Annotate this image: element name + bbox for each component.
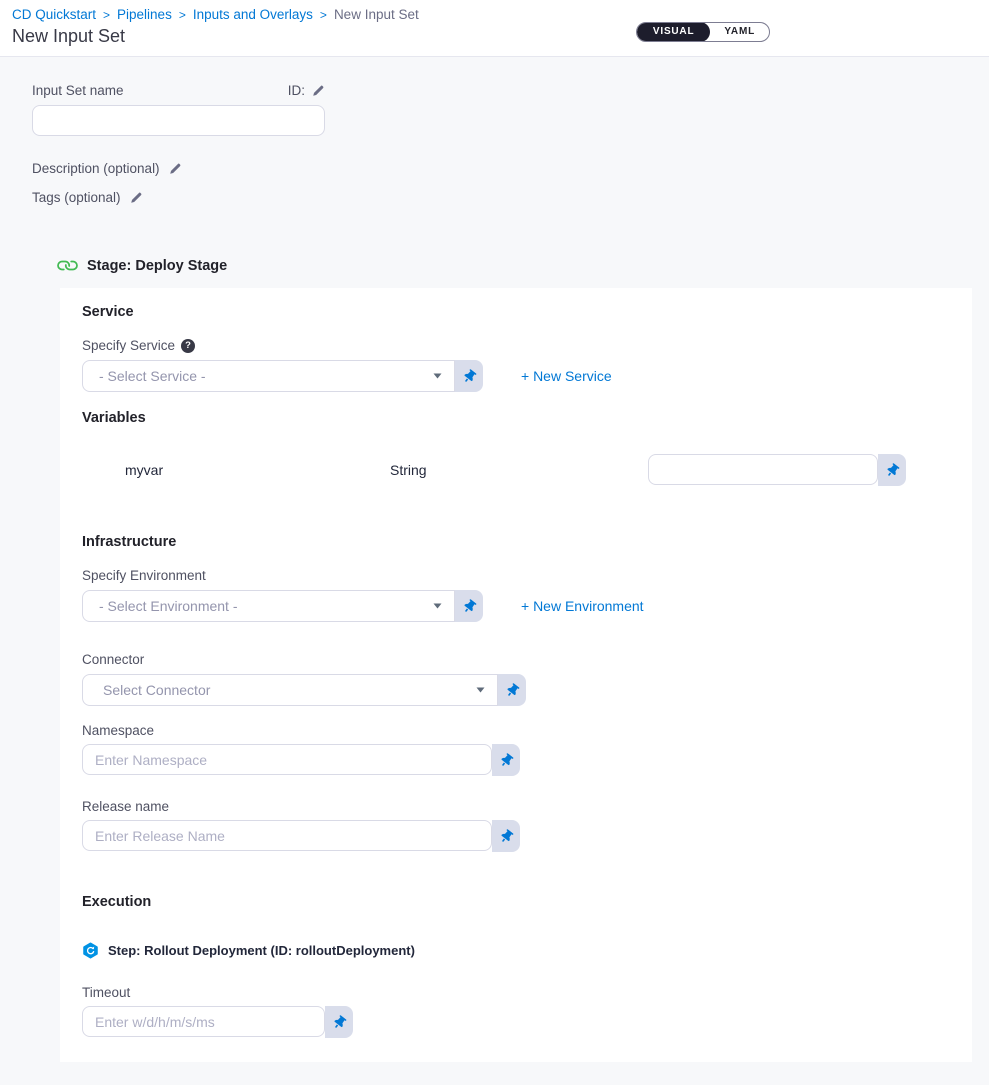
variable-value-field[interactable] (648, 454, 878, 485)
id-label: ID: (288, 83, 305, 98)
tab-visual[interactable]: VISUAL (637, 22, 710, 42)
description-label: Description (optional) (32, 161, 160, 176)
service-pin-button[interactable] (455, 360, 483, 392)
pin-icon (497, 827, 515, 845)
step-title: Step: Rollout Deployment (ID: rolloutDep… (108, 943, 415, 958)
breadcrumb-separator: > (103, 8, 110, 22)
step-header: Step: Rollout Deployment (ID: rolloutDep… (82, 942, 950, 959)
tags-label: Tags (optional) (32, 190, 121, 205)
input-set-name-block: Input Set name ID: (32, 83, 989, 136)
connector-select[interactable]: Select Connector (82, 674, 498, 706)
breadcrumb-separator: > (320, 8, 327, 22)
environment-select[interactable]: - Select Environment - (82, 590, 455, 622)
input-set-name-label: Input Set name (32, 83, 124, 98)
tab-yaml[interactable]: YAML (710, 22, 769, 42)
breadcrumb-current: New Input Set (334, 7, 419, 22)
stage-link-icon (54, 252, 81, 279)
page-title: New Input Set (12, 26, 973, 47)
pin-icon (330, 1013, 348, 1031)
edit-description-button[interactable] (169, 162, 182, 175)
service-select[interactable]: - Select Service - (82, 360, 455, 392)
edit-id-button[interactable] (312, 84, 325, 97)
pin-icon (503, 681, 521, 699)
service-select-placeholder: - Select Service - (99, 368, 433, 384)
stage-inputs-card: Service Specify Service ? - Select Servi… (60, 288, 972, 1062)
breadcrumb-pipelines[interactable]: Pipelines (117, 7, 172, 22)
timeout-pin-button[interactable] (325, 1006, 353, 1038)
new-environment-link[interactable]: + New Environment (521, 598, 644, 614)
description-row: Description (optional) (32, 161, 989, 176)
namespace-pin-button[interactable] (492, 744, 520, 776)
chevron-down-icon (433, 373, 442, 379)
specify-service-label-row: Specify Service ? (82, 338, 950, 353)
specify-service-label: Specify Service (82, 338, 175, 353)
environment-select-placeholder: - Select Environment - (99, 598, 433, 614)
variable-row: myvar String (82, 454, 950, 486)
breadcrumb-separator: > (179, 8, 186, 22)
namespace-field[interactable] (82, 744, 492, 775)
timeout-label: Timeout (82, 985, 950, 1000)
breadcrumb-inputs-and-overlays[interactable]: Inputs and Overlays (193, 7, 313, 22)
chevron-down-icon (433, 603, 442, 609)
help-icon[interactable]: ? (181, 339, 195, 353)
variable-type: String (390, 462, 648, 478)
pin-icon (497, 751, 515, 769)
new-service-link[interactable]: + New Service (521, 368, 612, 384)
id-group: ID: (288, 83, 325, 98)
specify-environment-label: Specify Environment (82, 568, 950, 583)
rollout-step-icon (82, 942, 99, 959)
infrastructure-section-heading: Infrastructure (82, 534, 950, 550)
input-set-name-field[interactable] (32, 105, 325, 136)
stage-header: Stage: Deploy Stage (58, 256, 989, 275)
connector-label: Connector (82, 652, 950, 667)
variables-heading: Variables (82, 410, 950, 426)
environment-pin-button[interactable] (455, 590, 483, 622)
release-name-field[interactable] (82, 820, 492, 851)
page-header: CD Quickstart > Pipelines > Inputs and O… (0, 0, 989, 57)
connector-select-placeholder: Select Connector (103, 682, 476, 698)
pencil-icon (169, 162, 182, 175)
visual-yaml-toggle: VISUAL YAML (636, 22, 770, 42)
pin-icon (460, 367, 478, 385)
new-input-set-page: CD Quickstart > Pipelines > Inputs and O… (0, 0, 989, 1085)
pencil-icon (130, 191, 143, 204)
namespace-label: Namespace (82, 723, 950, 738)
pencil-icon (312, 84, 325, 97)
release-name-label: Release name (82, 799, 950, 814)
breadcrumb: CD Quickstart > Pipelines > Inputs and O… (12, 7, 973, 22)
chevron-down-icon (476, 687, 485, 693)
timeout-field[interactable] (82, 1006, 325, 1037)
release-name-pin-button[interactable] (492, 820, 520, 852)
breadcrumb-cd-quickstart[interactable]: CD Quickstart (12, 7, 96, 22)
pin-icon (883, 461, 901, 479)
service-section-heading: Service (82, 304, 950, 320)
main-content: Input Set name ID: Description (optional… (0, 57, 989, 1062)
stage-title: Stage: Deploy Stage (87, 258, 227, 274)
pin-icon (460, 597, 478, 615)
tags-row: Tags (optional) (32, 190, 989, 205)
variable-pin-button[interactable] (878, 454, 906, 486)
variable-name: myvar (125, 462, 390, 478)
connector-pin-button[interactable] (498, 674, 526, 706)
execution-section-heading: Execution (82, 894, 950, 910)
edit-tags-button[interactable] (130, 191, 143, 204)
